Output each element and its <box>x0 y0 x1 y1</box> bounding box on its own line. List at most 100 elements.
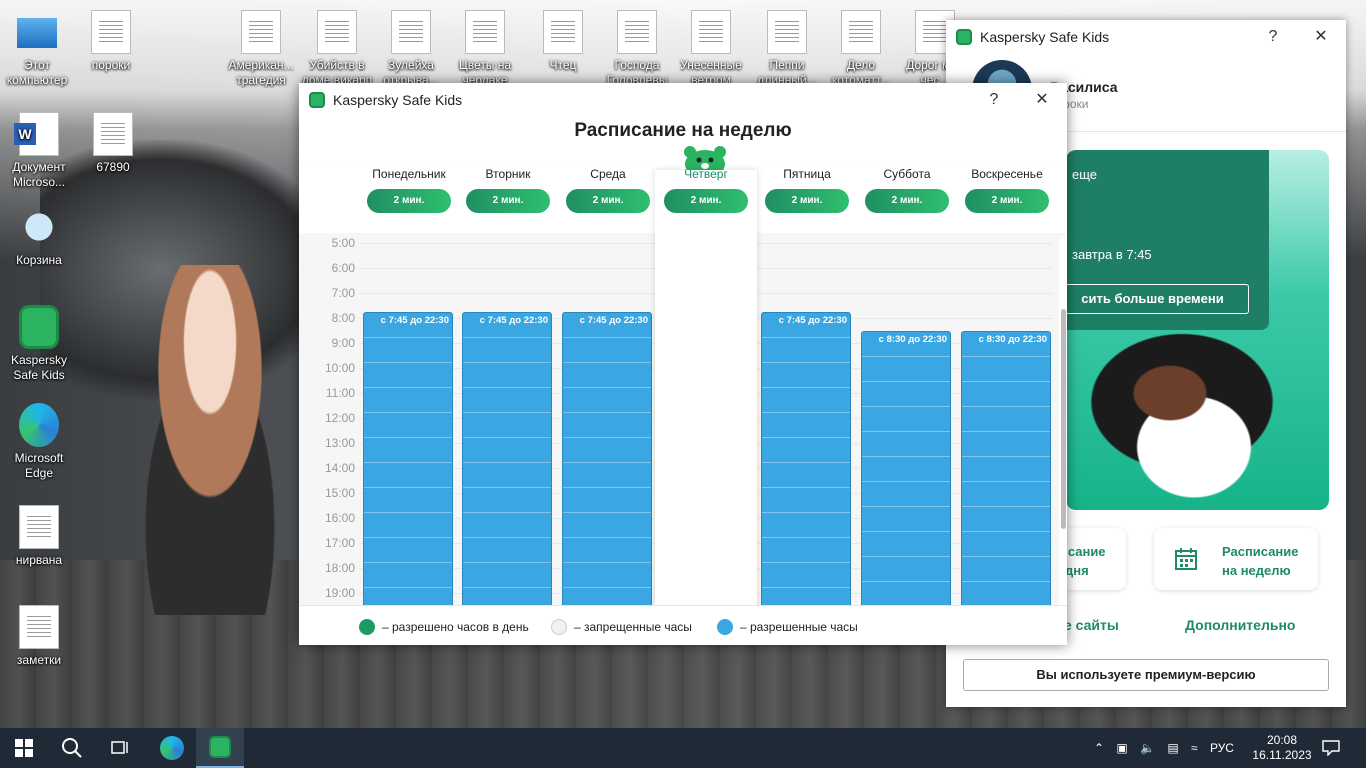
ask-more-time-button[interactable]: сить больше времени <box>1066 284 1249 314</box>
desktop-icon[interactable]: Пеппи длинный... <box>750 10 824 88</box>
tile-schedule-week-line2: на неделю <box>1222 563 1291 578</box>
desktop-icon[interactable]: пороки <box>74 10 148 88</box>
tile-schedule-week[interactable]: Расписание на неделю <box>1154 528 1318 590</box>
document-icon <box>841 10 881 54</box>
volume-icon[interactable]: 🔈 <box>1140 741 1155 755</box>
kaspersky-icon <box>19 305 59 349</box>
day-header[interactable]: Понедельник 2 мин. <box>359 163 459 213</box>
document-icon <box>617 10 657 54</box>
allowed-hours-bar[interactable]: с 7:45 до 22:30 <box>562 311 652 605</box>
legend-label: – разрешенные часы <box>740 620 858 634</box>
day-header[interactable]: Суббота 2 мин. <box>857 163 957 213</box>
allowed-hours-bar[interactable]: с 8:30 до 22:30 <box>961 330 1051 605</box>
windows-icon <box>15 739 33 757</box>
close-button[interactable]: ✕ <box>1306 26 1336 50</box>
document-icon <box>19 605 59 649</box>
notifications-button[interactable] <box>1322 728 1344 768</box>
search-icon <box>62 738 82 758</box>
help-button[interactable]: ? <box>979 89 1009 113</box>
desktop-icon[interactable]: Kaspersky Safe Kids <box>2 305 76 383</box>
edge-icon <box>160 736 184 760</box>
day-header[interactable]: Среда 2 мин. <box>558 163 658 213</box>
desktop-icon[interactable]: Зулейха открыва... <box>374 10 448 88</box>
legend-item: – запрещенные часы <box>551 619 692 635</box>
hour-label: 8:00 <box>331 311 355 325</box>
kaspersky-logo-icon <box>309 92 325 108</box>
legend-item: – разрешено часов в день <box>359 619 529 635</box>
desktop-icon[interactable]: Корзина <box>2 205 76 283</box>
document-icon <box>391 10 431 54</box>
hour-label: 7:00 <box>331 286 355 300</box>
allowed-time-pill[interactable]: 2 мин. <box>865 189 949 213</box>
allowed-time-pill[interactable]: 2 мин. <box>965 189 1049 213</box>
task-view-button[interactable] <box>96 728 144 768</box>
allowed-hours-bar[interactable]: с 7:45 до 22:30 <box>462 311 552 605</box>
allowed-range-label: с 8:30 до 22:30 <box>878 333 947 345</box>
allowed-range-label: с 7:45 до 22:30 <box>479 314 548 326</box>
help-button[interactable]: ? <box>1258 26 1288 50</box>
status-text-line2: завтра в 7:45 <box>1072 247 1152 262</box>
day-header[interactable]: Четверг 2 мин. <box>656 163 756 213</box>
taskbar-kaspersky[interactable] <box>196 728 244 768</box>
scrollbar[interactable] <box>1061 309 1066 529</box>
clock[interactable]: 20:08 16.11.2023 <box>1252 728 1312 768</box>
desktop-icon-label: Kaspersky Safe Kids <box>10 353 68 382</box>
allowed-range-label: с 7:45 до 22:30 <box>380 314 449 326</box>
desktop-icon-label: Корзина <box>16 253 62 267</box>
allowed-time-pill[interactable]: 2 мин. <box>367 189 451 213</box>
desktop-icon[interactable]: Microsoft Edge <box>2 403 76 481</box>
desktop-icon[interactable]: Чтец <box>526 10 600 88</box>
link-more[interactable]: Дополнительно <box>1185 617 1295 633</box>
desktop-icon[interactable]: Американ... трагедия <box>224 10 298 88</box>
allowed-hours-bar[interactable]: с 8:30 до 22:30 <box>861 330 951 605</box>
desktop-icon[interactable]: Этот компьютер <box>0 10 74 88</box>
day-header[interactable]: Воскресенье 2 мин. <box>957 163 1057 213</box>
desktop-icon[interactable]: нирвана <box>2 505 76 583</box>
hour-label: 13:00 <box>324 436 355 450</box>
system-tray: ⌃ ▣ 🔈 ▤ ≈ РУС <box>1094 728 1234 768</box>
camera-icon[interactable]: ▣ <box>1116 741 1127 755</box>
document-icon <box>465 10 505 54</box>
start-button[interactable] <box>0 728 48 768</box>
taskbar-edge[interactable] <box>148 728 196 768</box>
desktop-icon[interactable]: 67890 <box>76 112 150 190</box>
desktop-icon[interactable]: Убийств в доме викарп <box>300 10 374 88</box>
desktop-icon[interactable]: Дело котоматт... <box>824 10 898 88</box>
day-header[interactable]: Вторник 2 мин. <box>458 163 558 213</box>
document-icon <box>767 10 807 54</box>
desktop-icon[interactable]: Цветы на чердаке <box>448 10 522 88</box>
desktop-icon[interactable]: Унесенные ветром <box>674 10 748 88</box>
network-icon[interactable]: ▤ <box>1167 741 1178 755</box>
allowed-hours-bar[interactable]: с 7:45 до 22:30 <box>363 311 453 605</box>
allowed-time-pill[interactable]: 2 мин. <box>466 189 550 213</box>
desktop-icon[interactable]: заметки <box>2 605 76 683</box>
word-document-icon: W <box>14 112 59 156</box>
allowed-range-label: с 7:45 до 22:30 <box>579 314 648 326</box>
day-header[interactable]: Пятница 2 мин. <box>757 163 857 213</box>
clock-time: 20:08 <box>1266 733 1298 747</box>
computer-icon <box>17 18 57 48</box>
day-name: Вторник <box>485 167 531 181</box>
document-icon <box>19 505 59 549</box>
desktop-icon[interactable]: W Документ Microso... <box>2 112 76 190</box>
allowed-time-pill[interactable]: 2 мин. <box>765 189 849 213</box>
calendar-icon <box>1175 548 1197 570</box>
wallpaper-character <box>110 265 310 615</box>
search-button[interactable] <box>48 728 96 768</box>
desktop-icon-label: нирвана <box>15 553 63 567</box>
allowed-time-pill[interactable]: 2 мин. <box>566 189 650 213</box>
wifi-icon[interactable]: ≈ <box>1191 741 1198 755</box>
premium-button[interactable]: Вы используете премиум-версию <box>963 659 1329 691</box>
chevron-up-icon[interactable]: ⌃ <box>1094 741 1104 755</box>
hour-label: 10:00 <box>324 361 355 375</box>
clock-date: 16.11.2023 <box>1252 748 1312 762</box>
allowed-range-label: с 8:30 до 22:30 <box>978 333 1047 345</box>
allowed-time-pill[interactable]: 2 мин. <box>664 189 748 213</box>
close-button[interactable]: ✕ <box>1027 89 1057 113</box>
allowed-hours-bar[interactable]: с 7:45 до 22:30 <box>761 311 851 605</box>
language-indicator[interactable]: РУС <box>1210 741 1234 755</box>
desktop-icon[interactable]: Господа Головлевы <box>600 10 674 88</box>
document-icon <box>317 10 357 54</box>
day-name: Четверг <box>684 167 728 181</box>
schedule-window-titlebar[interactable]: Kaspersky Safe Kids <box>299 83 1067 117</box>
